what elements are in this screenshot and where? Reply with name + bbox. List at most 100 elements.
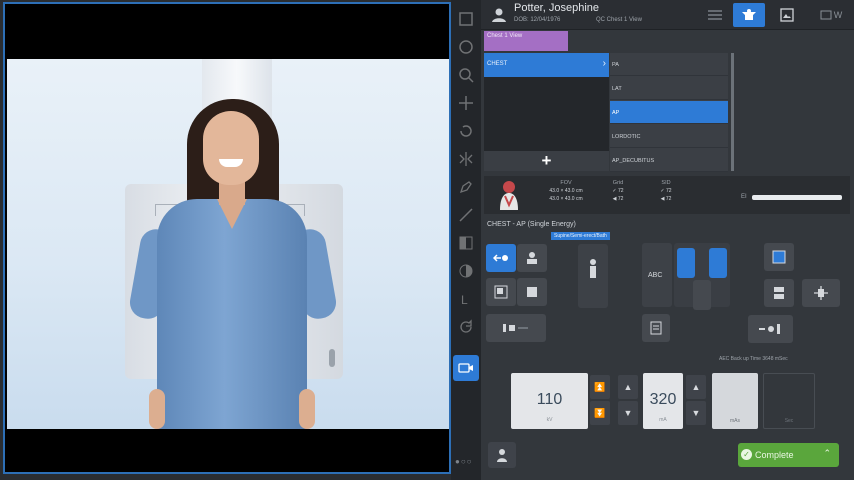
- detector-align-button[interactable]: [748, 315, 793, 343]
- patient-hand-left: [149, 389, 165, 429]
- ma-value: 320: [649, 391, 677, 408]
- patient-position-button[interactable]: [517, 244, 547, 272]
- worklist-button[interactable]: W: [811, 3, 851, 27]
- collimator-icon: [494, 285, 508, 299]
- pan-icon[interactable]: [457, 94, 475, 112]
- ma-up-button[interactable]: ▲: [686, 375, 706, 399]
- svg-text:L: L: [461, 293, 468, 307]
- worklist-label: W: [833, 10, 843, 20]
- time-display[interactable]: Sec: [763, 373, 815, 429]
- acquisition-button[interactable]: [733, 3, 765, 27]
- video-camera-button[interactable]: [453, 355, 479, 381]
- positioning-button[interactable]: [486, 244, 516, 272]
- add-view-button[interactable]: +: [484, 151, 609, 171]
- aec-chamber-right[interactable]: [709, 248, 727, 278]
- measure-icon[interactable]: [457, 206, 475, 224]
- standing-patient-selector[interactable]: [578, 244, 608, 308]
- patient-face: [203, 111, 259, 185]
- patient-info-button[interactable]: [488, 442, 516, 468]
- mas-unit: mAs: [730, 418, 740, 424]
- exam-position-tag[interactable]: Supine/Semi-erect/Bath: [551, 232, 610, 240]
- study-item-chest[interactable]: CHEST ›: [484, 53, 609, 77]
- exposure-parameters: FOV 43.0 × 43.0 cm 43.0 × 43.0 cm Grid ✓…: [484, 176, 850, 214]
- aec-chamber-left[interactable]: [677, 248, 695, 278]
- detector-align-icon: [758, 324, 780, 334]
- view-list-scrollbar[interactable]: [731, 53, 734, 171]
- sid-column: SID ✓ 72 ◀ 72: [644, 180, 688, 202]
- list-button[interactable]: [699, 3, 731, 27]
- fov-value: 43.0 × 43.0 cm: [549, 188, 583, 194]
- patient-icon: [492, 8, 506, 22]
- focal-spot-icon: [772, 250, 786, 264]
- window-level-icon[interactable]: [457, 234, 475, 252]
- flip-icon[interactable]: [457, 150, 475, 168]
- sid-value: ✓ 72: [660, 188, 672, 194]
- video-camera-icon: [458, 363, 473, 373]
- kv-down-button[interactable]: ▼: [618, 401, 638, 425]
- patient-position-icon: [527, 252, 537, 264]
- list-icon: [708, 10, 722, 20]
- standing-patient-icon: [590, 259, 596, 278]
- body-part-icon: [500, 181, 518, 210]
- check-icon: ✓: [741, 449, 752, 460]
- svg-text:ABC: ABC: [648, 272, 662, 279]
- kv-up-button[interactable]: ▲: [618, 375, 638, 399]
- ei-label: EI: [741, 194, 747, 200]
- view-item-lordotic[interactable]: LORDOTIC: [610, 125, 728, 148]
- page-dots: ●○○: [455, 457, 473, 466]
- sid-value-2: ◀ 72: [660, 196, 672, 202]
- collimator-button[interactable]: [486, 278, 516, 306]
- view-item-pa[interactable]: PA: [610, 53, 728, 76]
- image-review-button[interactable]: [771, 3, 803, 27]
- rotate-icon[interactable]: [457, 122, 475, 140]
- ei-bar: [752, 195, 842, 200]
- tool-icon-1[interactable]: [457, 10, 475, 28]
- ma-down-button[interactable]: ▼: [686, 401, 706, 425]
- acquisition-panel: Potter, Josephine DOB: 12/04/1976 QC Che…: [481, 0, 854, 480]
- view-item-ap-decubitus[interactable]: AP_DECUBITUS: [610, 149, 728, 172]
- tube-angle-icon: [503, 324, 528, 332]
- patient-dob: DOB: 12/04/1976: [514, 17, 561, 23]
- filter-icon: [774, 287, 784, 299]
- patient-scrubs: [157, 199, 307, 429]
- chevron-up-icon: ⌃: [823, 448, 831, 458]
- tube-angle-button[interactable]: [486, 314, 546, 342]
- kv-fast-up-button[interactable]: ⏫: [590, 375, 610, 399]
- image-review-icon: [780, 8, 794, 22]
- camera-image: [7, 59, 449, 429]
- patient-header: Potter, Josephine DOB: 12/04/1976 QC Che…: [481, 0, 854, 30]
- focal-spot-button[interactable]: [764, 243, 794, 271]
- invert-icon[interactable]: [457, 262, 475, 280]
- tool-strip: L ●○○: [451, 0, 481, 480]
- study-item-label: CHEST: [487, 61, 508, 67]
- patient-hand-right: [299, 389, 315, 429]
- worklist-icon: [820, 10, 832, 20]
- detector-button[interactable]: [517, 278, 547, 306]
- tool-icon-2[interactable]: [457, 38, 475, 56]
- density-button[interactable]: [642, 314, 670, 342]
- kv-value: 110: [536, 391, 563, 408]
- reset-icon[interactable]: [457, 318, 475, 336]
- annotate-icon[interactable]: [457, 178, 475, 196]
- mas-display[interactable]: mAs: [712, 373, 758, 429]
- aec-chamber-selector[interactable]: ABC: [642, 243, 672, 307]
- kv-fast-down-button[interactable]: ⏬: [590, 401, 610, 425]
- ma-display[interactable]: 320 mA: [643, 373, 683, 429]
- kv-display[interactable]: 110 kV: [511, 373, 588, 429]
- zoom-icon[interactable]: [457, 66, 475, 84]
- tube-move-icon: [814, 286, 828, 300]
- view-item-ap[interactable]: AP: [610, 101, 728, 124]
- complete-button[interactable]: ✓ Complete ⌃: [738, 443, 839, 467]
- positioning-icon: [493, 254, 508, 262]
- marker-icon[interactable]: L: [457, 290, 475, 308]
- patient-name: Potter, Josephine: [514, 2, 600, 14]
- tube-move-button[interactable]: [802, 279, 840, 307]
- aec-chamber-center[interactable]: [693, 280, 711, 310]
- fov-column: FOV 43.0 × 43.0 cm 43.0 × 43.0 cm: [544, 180, 588, 202]
- filter-button[interactable]: [764, 279, 794, 307]
- person-icon: [497, 449, 507, 462]
- kv-unit: kV: [546, 417, 553, 423]
- view-item-lat[interactable]: LAT: [610, 77, 728, 100]
- procedure-tab[interactable]: Chest 1 View: [484, 31, 568, 51]
- chevron-right-icon: ›: [602, 58, 606, 69]
